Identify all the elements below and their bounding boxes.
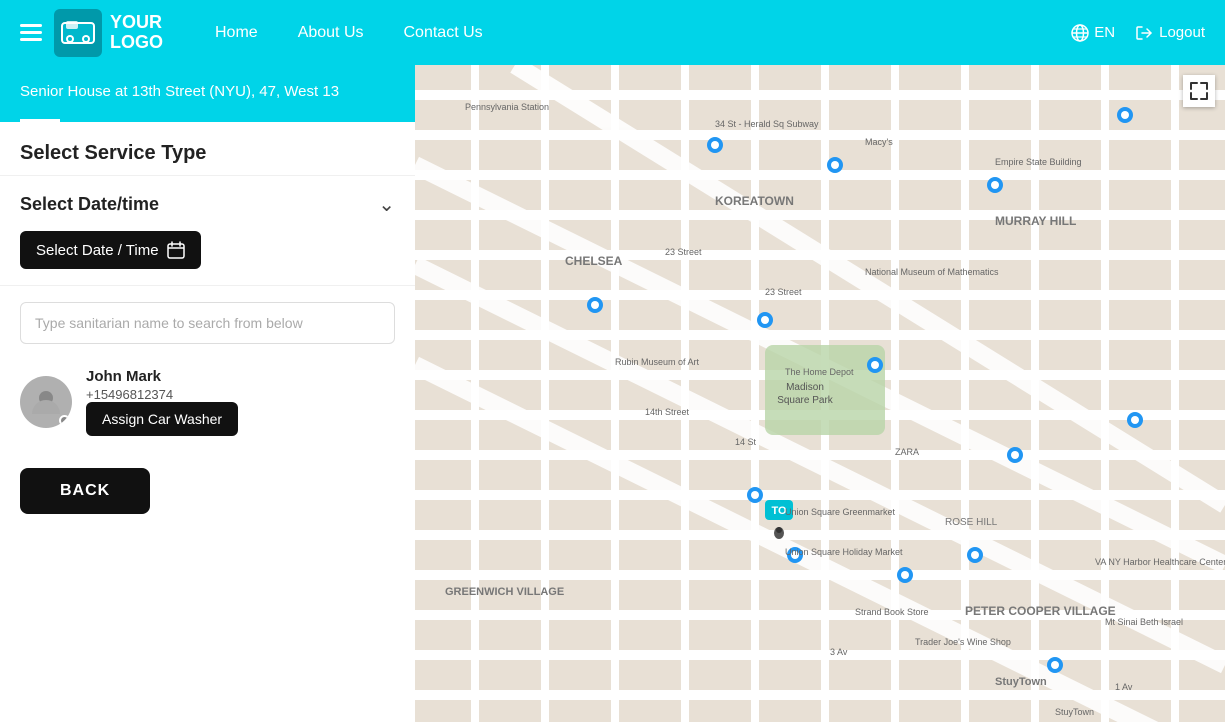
svg-text:CHELSEA: CHELSEA xyxy=(565,254,623,268)
svg-text:1 Av: 1 Av xyxy=(1115,682,1133,692)
svg-text:Union Square Holiday Market: Union Square Holiday Market xyxy=(785,547,903,557)
svg-text:14th Street: 14th Street xyxy=(645,407,690,417)
svg-text:Rubin Museum of Art: Rubin Museum of Art xyxy=(615,357,700,367)
search-section xyxy=(0,286,415,360)
logout-icon xyxy=(1135,24,1153,42)
sidebar: Senior House at 13th Street (NYU), 47, W… xyxy=(0,65,415,722)
svg-text:PETER COOPER VILLAGE: PETER COOPER VILLAGE xyxy=(965,604,1116,618)
svg-text:GREENWICH VILLAGE: GREENWICH VILLAGE xyxy=(445,586,564,598)
worker-name: John Mark xyxy=(86,368,395,385)
datetime-section: Select Date/time ⌄ Select Date / Time xyxy=(0,176,415,286)
svg-text:ZARA: ZARA xyxy=(895,447,919,457)
header-left: YOUR LOGO Home About Us Contact Us xyxy=(20,9,483,57)
hamburger-menu[interactable] xyxy=(20,24,42,41)
online-status-dot xyxy=(59,415,70,426)
svg-text:The Home Depot: The Home Depot xyxy=(785,367,854,377)
map-expand-button[interactable] xyxy=(1183,75,1215,107)
worker-avatar xyxy=(20,376,72,428)
svg-text:MURRAY HILL: MURRAY HILL xyxy=(995,214,1076,228)
svg-text:Mt Sinai Beth Israel: Mt Sinai Beth Israel xyxy=(1105,617,1183,627)
search-input[interactable] xyxy=(20,302,395,344)
nav-about[interactable]: About Us xyxy=(298,24,364,42)
svg-text:23 Street: 23 Street xyxy=(665,247,702,257)
svg-text:Square Park: Square Park xyxy=(777,395,834,406)
nav-links: Home About Us Contact Us xyxy=(215,24,483,42)
worker-info: John Mark +15496812374 Assign Car Washer xyxy=(86,368,395,436)
svg-text:14 St: 14 St xyxy=(735,437,757,447)
logout-button[interactable]: Logout xyxy=(1135,24,1205,42)
location-text: Senior House at 13th Street (NYU), 47, W… xyxy=(20,83,395,100)
datetime-header[interactable]: Select Date/time ⌄ xyxy=(20,192,395,217)
logo-text: YOUR LOGO xyxy=(110,13,163,53)
svg-text:23 Street: 23 Street xyxy=(765,287,802,297)
service-type-section: Select Service Type xyxy=(0,122,415,176)
svg-text:Madison: Madison xyxy=(786,382,824,393)
user-avatar-icon xyxy=(30,386,62,418)
svg-text:ROSE HILL: ROSE HILL xyxy=(945,517,998,528)
header-right: EN Logout xyxy=(1071,24,1205,42)
back-section: BACK xyxy=(0,452,415,544)
svg-text:VA NY Harbor Healthcare Center: VA NY Harbor Healthcare Center xyxy=(1095,557,1225,567)
back-button[interactable]: BACK xyxy=(20,468,150,514)
svg-text:3 Av: 3 Av xyxy=(830,647,848,657)
svg-text:Macy's: Macy's xyxy=(865,137,893,147)
svg-text:Pennsylvania Station: Pennsylvania Station xyxy=(465,102,549,112)
svg-text:StuyTown: StuyTown xyxy=(1055,707,1094,717)
globe-icon xyxy=(1071,24,1089,42)
svg-text:Union Square Greenmarket: Union Square Greenmarket xyxy=(785,507,896,517)
language-button[interactable]: EN xyxy=(1071,24,1115,42)
worker-section: John Mark +15496812374 Assign Car Washer xyxy=(0,360,415,452)
map-container: Madison Square Park CHELSEA KOREATOWN MU… xyxy=(415,65,1225,722)
datetime-label: Select Date/time xyxy=(20,194,159,215)
svg-text:Empire State Building: Empire State Building xyxy=(995,157,1082,167)
map-svg: Madison Square Park CHELSEA KOREATOWN MU… xyxy=(415,65,1225,722)
svg-text:National Museum of Mathematics: National Museum of Mathematics xyxy=(865,267,999,277)
sidebar-content: Select Service Type Select Date/time ⌄ S… xyxy=(0,122,415,544)
logo: YOUR LOGO xyxy=(54,9,163,57)
nav-home[interactable]: Home xyxy=(215,24,258,42)
logo-icon xyxy=(54,9,102,57)
service-type-title: Select Service Type xyxy=(20,142,395,165)
chevron-down-icon: ⌄ xyxy=(378,192,395,217)
assign-car-washer-button[interactable]: Assign Car Washer xyxy=(86,402,238,436)
calendar-icon xyxy=(167,241,185,259)
worker-item: John Mark +15496812374 Assign Car Washer xyxy=(20,368,395,436)
svg-text:StuyTown: StuyTown xyxy=(995,676,1047,688)
worker-phone: +15496812374 xyxy=(86,387,395,402)
header: YOUR LOGO Home About Us Contact Us EN xyxy=(0,0,1225,65)
svg-text:Strand Book Store: Strand Book Store xyxy=(855,607,929,617)
svg-text:Trader Joe's Wine Shop: Trader Joe's Wine Shop xyxy=(915,637,1011,647)
svg-text:34 St - Herald Sq Subway: 34 St - Herald Sq Subway xyxy=(715,119,819,129)
svg-text:KOREATOWN: KOREATOWN xyxy=(715,194,794,208)
expand-icon xyxy=(1190,82,1208,100)
location-bar: Senior House at 13th Street (NYU), 47, W… xyxy=(0,65,415,122)
nav-contact[interactable]: Contact Us xyxy=(404,24,483,42)
select-date-time-button[interactable]: Select Date / Time xyxy=(20,231,201,269)
